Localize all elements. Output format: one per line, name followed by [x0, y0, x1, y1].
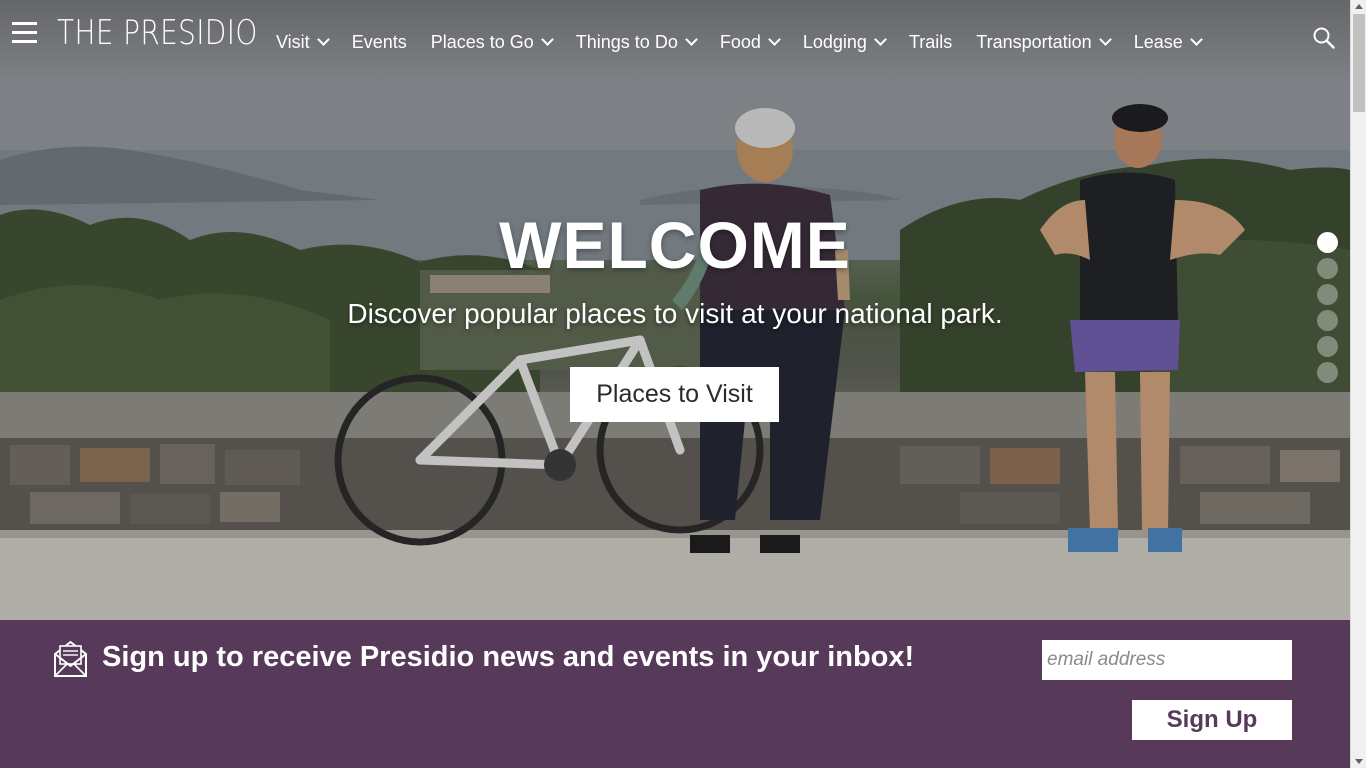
- envelope-icon: [53, 640, 88, 678]
- chevron-down-icon: [540, 33, 554, 46]
- nav-item-lease[interactable]: Lease: [1133, 31, 1203, 53]
- sign-up-button[interactable]: Sign Up: [1132, 700, 1292, 740]
- search-icon[interactable]: [1312, 26, 1336, 50]
- email-field[interactable]: [1042, 640, 1292, 680]
- signup-heading: Sign up to receive Presidio news and eve…: [102, 641, 915, 673]
- main-nav: Visit Events Places to Go Things to Do F…: [276, 30, 1225, 54]
- carousel-dots: [1317, 232, 1338, 388]
- nav-item-food[interactable]: Food: [719, 31, 781, 53]
- nav-item-label: Events: [351, 31, 407, 52]
- nav-item-visit[interactable]: Visit: [276, 31, 330, 53]
- nav-item-places-to-go[interactable]: Places to Go: [430, 31, 554, 53]
- nav-item-label: Places to Go: [430, 31, 534, 52]
- nav-item-label: Lease: [1133, 31, 1183, 52]
- page: WELCOME Discover popular places to visit…: [0, 0, 1350, 768]
- nav-item-trails[interactable]: Trails: [909, 32, 952, 53]
- nav-item-things-to-do[interactable]: Things to Do: [575, 31, 698, 53]
- carousel-dot-6[interactable]: [1317, 362, 1338, 383]
- nav-item-label: Lodging: [802, 31, 867, 52]
- nav-item-label: Trails: [908, 31, 953, 52]
- chevron-down-icon: [874, 33, 887, 46]
- chevron-down-icon: [768, 33, 781, 46]
- carousel-dot-1[interactable]: [1317, 232, 1338, 253]
- carousel-dot-2[interactable]: [1317, 258, 1338, 279]
- site-logo[interactable]: THE PRESIDIO: [57, 13, 258, 53]
- hero-title: WELCOME: [499, 208, 851, 282]
- carousel-dot-3[interactable]: [1317, 284, 1338, 305]
- nav-item-lodging[interactable]: Lodging: [802, 31, 887, 53]
- scroll-thumb[interactable]: [1353, 14, 1365, 112]
- nav-item-label: Food: [719, 31, 761, 52]
- hamburger-menu-icon[interactable]: [12, 22, 37, 43]
- nav-item-label: Things to Do: [575, 31, 678, 52]
- chevron-down-icon: [1098, 33, 1112, 46]
- places-to-visit-button[interactable]: Places to Visit: [570, 367, 779, 422]
- scroll-up-arrow-icon[interactable]: [1351, 0, 1366, 14]
- nav-item-label: Transportation: [976, 31, 1092, 52]
- chevron-down-icon: [684, 33, 698, 46]
- scroll-down-arrow-icon[interactable]: [1351, 754, 1366, 768]
- chevron-down-icon: [316, 33, 330, 46]
- chevron-down-icon: [1189, 33, 1203, 46]
- nav-item-label: Visit: [276, 31, 310, 52]
- nav-item-events[interactable]: Events: [352, 32, 407, 53]
- hero-subtitle: Discover popular places to visit at your…: [347, 298, 1003, 329]
- hero-banner: WELCOME Discover popular places to visit…: [0, 0, 1350, 620]
- carousel-dot-5[interactable]: [1317, 336, 1338, 357]
- carousel-dot-4[interactable]: [1317, 310, 1338, 331]
- site-header: THE PRESIDIO Visit Events Places to Go T…: [0, 0, 1350, 80]
- vertical-scrollbar[interactable]: [1350, 0, 1366, 768]
- nav-item-transportation[interactable]: Transportation: [976, 31, 1112, 53]
